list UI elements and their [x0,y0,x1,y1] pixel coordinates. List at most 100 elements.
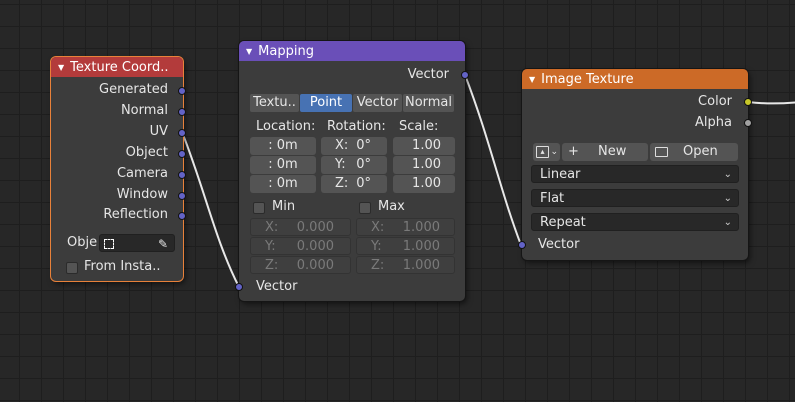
field-value: 1.000 [402,258,440,273]
folder-icon [655,147,668,157]
link-mapping-to-image-vector [464,74,522,246]
plus-icon: + [568,144,579,159]
socket-output-vector[interactable] [461,71,469,79]
output-vector-label: Vector [407,67,449,82]
socket-output-color[interactable] [744,98,752,106]
axis-label: Y: [371,239,382,254]
node-title: Texture Coord.. [70,59,169,75]
field-value: 0° [356,138,371,153]
chevron-down-icon: ⌄ [723,169,732,180]
socket-input-vector[interactable] [235,283,243,291]
max-z-field[interactable]: Z: 1.000 [356,256,455,274]
socket-normal[interactable] [178,108,186,116]
max-checkbox[interactable] [359,202,371,214]
location-x-field[interactable]: : 0m [250,137,316,155]
object-icon [104,239,114,249]
new-image-button[interactable]: + New [562,143,648,161]
rotation-x-field[interactable]: X: 0° [321,137,387,155]
socket-camera[interactable] [178,171,186,179]
field-value: : 0m [268,157,298,172]
socket-input-vector[interactable] [518,241,526,249]
max-x-field[interactable]: X: 1.000 [356,218,455,236]
field-value: 1.00 [412,157,441,172]
axis-label: Z: [265,258,279,273]
projection-value: Flat [540,191,565,206]
scale-x-field[interactable]: 1.00 [393,137,455,155]
object-label: Obje [67,235,98,250]
socket-reflection[interactable] [178,212,186,220]
image-texture-node[interactable]: ▼ Image Texture Color Alpha ▴ ⌄ + New Op… [518,69,752,260]
output-window: Window [116,187,168,202]
texture-coordinate-node[interactable]: ▼ Texture Coord.. Generated Normal UV Ob… [51,57,186,281]
chevron-down-icon: ⌄ [723,193,732,204]
socket-object[interactable] [178,150,186,158]
object-picker[interactable]: ✎ [99,234,175,252]
location-y-field[interactable]: : 0m [250,156,316,174]
eyedropper-icon[interactable]: ✎ [158,235,168,253]
field-value: 1.00 [412,138,441,153]
mapping-node[interactable]: ▼ Mapping Vector Textu.. Point Vector No… [235,41,469,301]
tab-texture[interactable]: Textu.. [250,94,299,112]
field-value: 0.000 [296,258,334,273]
collapse-icon[interactable]: ▼ [529,75,535,84]
image-icon: ▴ [536,146,549,158]
output-alpha-label: Alpha [695,115,732,130]
socket-output-alpha[interactable] [744,119,752,127]
max-label: Max [378,199,405,214]
axis-label: Z: [335,176,349,191]
scale-z-field[interactable]: 1.00 [393,175,455,193]
min-label: Min [272,199,296,214]
field-value: 0.000 [296,220,334,235]
output-color-label: Color [698,94,732,109]
tab-vector[interactable]: Vector [353,94,402,112]
min-y-field[interactable]: Y: 0.000 [250,237,351,255]
input-vector-label: Vector [538,237,580,252]
image-browse-button[interactable]: ▴ ⌄ [533,143,560,161]
field-value: 0.000 [296,239,334,254]
node-title: Mapping [258,43,314,59]
output-reflection: Reflection [103,207,168,222]
link-uv-to-mapping-vector [181,131,240,288]
max-y-field[interactable]: Y: 1.000 [356,237,455,255]
location-label: Location: [256,119,316,134]
chevron-down-icon: ⌄ [550,147,558,157]
node-header[interactable]: ▼ Image Texture [522,69,748,89]
projection-dropdown[interactable]: Flat ⌄ [531,189,739,207]
rotation-label: Rotation: [327,119,386,134]
min-z-field[interactable]: Z: 0.000 [250,256,351,274]
field-value: 0° [356,157,371,172]
open-label: Open [683,144,718,159]
interpolation-dropdown[interactable]: Linear ⌄ [531,165,739,183]
tab-normal[interactable]: Normal [403,94,454,112]
extension-dropdown[interactable]: Repeat ⌄ [531,213,739,231]
rotation-y-field[interactable]: Y: 0° [321,156,387,174]
collapse-icon[interactable]: ▼ [58,63,64,72]
node-header[interactable]: ▼ Mapping [239,41,465,61]
socket-generated[interactable] [178,87,186,95]
scale-label: Scale: [399,119,439,134]
field-value: : 0m [268,138,298,153]
field-value: 1.000 [402,220,440,235]
socket-window[interactable] [178,192,186,200]
collapse-icon[interactable]: ▼ [246,47,252,56]
extension-value: Repeat [540,215,586,230]
output-normal: Normal [120,103,168,118]
field-value: 1.000 [402,239,440,254]
vector-type-tabs: Textu.. Point Vector Normal [250,94,454,112]
output-camera: Camera [116,166,168,181]
location-z-field[interactable]: : 0m [250,175,316,193]
axis-label: Y: [265,239,276,254]
interpolation-value: Linear [540,167,581,182]
output-uv: UV [149,124,168,139]
tab-point[interactable]: Point [300,94,352,112]
axis-label: X: [371,220,385,235]
min-x-field[interactable]: X: 0.000 [250,218,351,236]
rotation-z-field[interactable]: Z: 0° [321,175,387,193]
scale-y-field[interactable]: 1.00 [393,156,455,174]
node-header[interactable]: ▼ Texture Coord.. [51,57,183,77]
open-image-button[interactable]: Open [650,143,738,161]
from-instancer-checkbox[interactable] [66,262,78,274]
input-vector-label: Vector [256,279,298,294]
socket-uv[interactable] [178,129,186,137]
min-checkbox[interactable] [253,202,265,214]
